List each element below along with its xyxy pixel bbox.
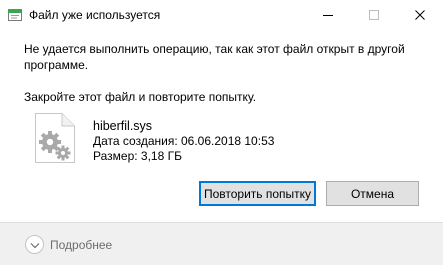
file-size: Размер: 3,18 ГБ: [93, 149, 182, 163]
chevron-down-icon: [30, 236, 40, 254]
close-button[interactable]: [397, 0, 443, 31]
system-file-gears-icon: [34, 112, 76, 164]
app-icon: [8, 8, 22, 22]
cancel-button[interactable]: Отмена: [326, 181, 419, 206]
minimize-icon: [323, 7, 333, 25]
file-info: hiberfil.sys Дата создания: 06.06.2018 1…: [93, 119, 274, 164]
details-footer: Подробнее: [0, 222, 443, 265]
details-label[interactable]: Подробнее: [50, 238, 112, 252]
retry-button[interactable]: Повторить попытку: [199, 181, 316, 206]
maximize-icon: [369, 7, 379, 25]
maximize-button[interactable]: [351, 0, 397, 31]
close-icon: [415, 7, 425, 25]
instruction-message: Закройте этот файл и повторите попытку.: [24, 90, 257, 104]
file-in-use-dialog: Файл уже используется Не удается выполни…: [0, 0, 443, 265]
error-message: Не удается выполнить операцию, так как э…: [24, 42, 405, 72]
title-bar[interactable]: Файл уже используется: [0, 0, 443, 31]
window-title: Файл уже используется: [29, 8, 161, 22]
file-name: hiberfil.sys: [93, 119, 153, 133]
minimize-button[interactable]: [305, 0, 351, 31]
details-toggle-button[interactable]: [25, 235, 44, 254]
file-created: Дата создания: 06.06.2018 10:53: [93, 134, 275, 148]
